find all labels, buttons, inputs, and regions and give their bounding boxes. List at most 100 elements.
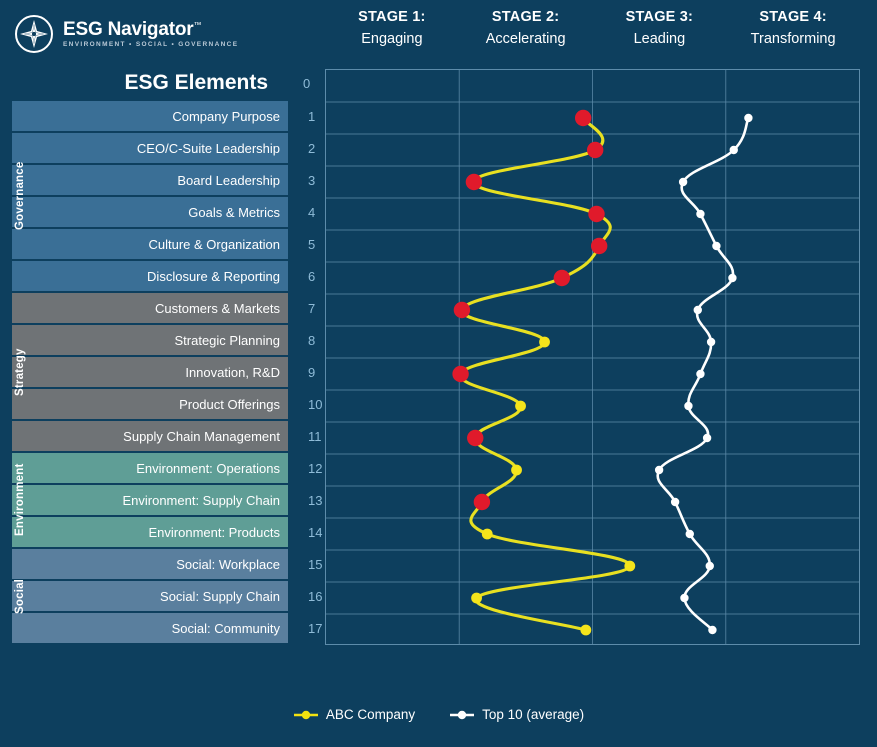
legend-label-benchmark: Top 10 (average) bbox=[482, 707, 585, 722]
stage-2-label: STAGE 2: bbox=[491, 9, 560, 25]
brand-logo: ESG Navigator™ ENVIRONMENT • SOCIAL • GO… bbox=[14, 14, 238, 54]
esg-element-row[interactable]: Environment: Products 14 bbox=[12, 517, 322, 547]
esg-element-label: Product Offerings bbox=[179, 396, 280, 412]
company-data-point-alert[interactable] bbox=[588, 205, 605, 223]
benchmark-data-point[interactable] bbox=[696, 369, 705, 379]
esg-element-label: Environment: Products bbox=[148, 524, 280, 540]
esg-element-label: Company Purpose bbox=[172, 108, 280, 124]
esg-element-label: Supply Chain Management bbox=[123, 428, 280, 444]
stage-header-3: STAGE 3: Leading bbox=[593, 8, 727, 66]
esg-element-row[interactable]: Social: Community 17 bbox=[12, 613, 322, 643]
esg-element-row[interactable]: Social: Supply Chain 16 bbox=[12, 581, 322, 611]
esg-element-row[interactable]: Environment: Operations 12 bbox=[12, 453, 322, 483]
esg-element-label: Social: Supply Chain bbox=[160, 588, 280, 604]
esg-element-row[interactable]: Innovation, R&D 9 bbox=[12, 357, 315, 387]
esg-element-label: Social: Workplace bbox=[176, 556, 280, 572]
series-top10-average bbox=[654, 113, 753, 635]
benchmark-data-point[interactable] bbox=[712, 241, 721, 251]
yellow-dot-marker-icon bbox=[293, 710, 318, 719]
page-title-index: 0 bbox=[303, 76, 311, 91]
esg-element-label: Environment: Supply Chain bbox=[122, 492, 280, 508]
esg-element-row[interactable]: Culture & Organization 5 bbox=[12, 229, 315, 259]
company-data-point[interactable] bbox=[515, 400, 526, 412]
esg-element-label: Culture & Organization bbox=[148, 236, 280, 252]
company-data-point[interactable] bbox=[511, 464, 522, 476]
benchmark-data-point[interactable] bbox=[744, 113, 753, 123]
stage-header-2: STAGE 2: Accelerating bbox=[459, 8, 593, 66]
esg-element-row[interactable]: Environment: Supply Chain 13 bbox=[12, 485, 322, 515]
esg-element-label: Disclosure & Reporting bbox=[147, 268, 280, 284]
benchmark-data-point[interactable] bbox=[706, 337, 716, 347]
esg-element-row[interactable]: Social: Workplace 15 bbox=[12, 549, 322, 579]
benchmark-data-point[interactable] bbox=[693, 305, 702, 315]
company-data-point[interactable] bbox=[580, 624, 592, 636]
chart-svg bbox=[326, 70, 859, 644]
esg-element-label: CEO/C-Suite Leadership bbox=[136, 140, 280, 156]
company-data-point[interactable] bbox=[481, 528, 493, 540]
stage-1-name: Engaging bbox=[361, 31, 423, 48]
stage-2-name: Accelerating bbox=[485, 31, 566, 48]
company-data-point-alert[interactable] bbox=[586, 141, 604, 159]
esg-element-row[interactable]: Customers & Markets 7 bbox=[12, 293, 315, 323]
stage-1-label: STAGE 1: bbox=[358, 9, 426, 25]
esg-element-row[interactable]: Company Purpose 1 bbox=[12, 101, 315, 131]
page-title: ESG Elements bbox=[124, 71, 268, 94]
esg-element-row[interactable]: Board Leadership 3 bbox=[12, 165, 315, 195]
brand-tagline: ENVIRONMENT • SOCIAL • GOVERNANCE bbox=[63, 40, 239, 48]
benchmark-data-point[interactable] bbox=[708, 625, 717, 635]
esg-element-row[interactable]: Product Offerings 10 bbox=[12, 389, 322, 419]
company-data-point-alert[interactable] bbox=[452, 365, 469, 383]
esg-element-row[interactable]: Strategic Planning 8 bbox=[12, 325, 315, 355]
esg-element-row[interactable]: Supply Chain Management 11 bbox=[12, 421, 322, 451]
esg-element-label: Goals & Metrics bbox=[188, 204, 280, 220]
esg-element-label: Board Leadership bbox=[177, 172, 280, 188]
esg-element-label: Customers & Markets bbox=[155, 300, 280, 316]
compass-star-icon bbox=[15, 15, 53, 53]
company-data-point-alert[interactable] bbox=[473, 493, 491, 511]
benchmark-data-point[interactable] bbox=[680, 593, 689, 603]
benchmark-data-point[interactable] bbox=[702, 433, 712, 443]
benchmark-data-point[interactable] bbox=[729, 145, 738, 155]
stage-3-name: Leading bbox=[633, 31, 686, 48]
chart-plot-area bbox=[325, 69, 860, 645]
esg-element-row[interactable]: Disclosure & Reporting 6 bbox=[12, 261, 315, 291]
benchmark-data-point[interactable] bbox=[654, 465, 664, 475]
stage-3-label: STAGE 3: bbox=[625, 9, 694, 25]
benchmark-data-point[interactable] bbox=[678, 177, 688, 187]
company-data-point-alert[interactable] bbox=[467, 429, 484, 447]
esg-element-label: Social: Community bbox=[171, 620, 280, 636]
esg-element-row[interactable]: Goals & Metrics 4 bbox=[12, 197, 315, 227]
brand-title: ESG Navigator™ bbox=[63, 20, 238, 39]
esg-element-label: Innovation, R&D bbox=[185, 364, 280, 380]
esg-navigator-chart-app: ESG Navigator™ ENVIRONMENT • SOCIAL • GO… bbox=[0, 0, 877, 747]
esg-elements-list: Company Purpose 1 CEO/C-Suite Leadership 2 B… bbox=[12, 101, 322, 645]
company-data-point-alert[interactable] bbox=[574, 109, 592, 127]
benchmark-data-point[interactable] bbox=[684, 401, 693, 411]
company-data-point[interactable] bbox=[471, 592, 482, 604]
benchmark-data-point[interactable] bbox=[728, 273, 737, 283]
benchmark-data-point[interactable] bbox=[696, 209, 705, 219]
company-data-point[interactable] bbox=[539, 336, 550, 348]
brand-trademark: ™ bbox=[193, 20, 202, 30]
stage-4-name: Transforming bbox=[750, 31, 836, 48]
esg-element-label: Environment: Operations bbox=[136, 460, 280, 476]
company-data-point-alert[interactable] bbox=[590, 237, 608, 255]
stage-header-4: STAGE 4: Transforming bbox=[726, 8, 860, 66]
benchmark-data-point[interactable] bbox=[685, 529, 694, 539]
benchmark-data-point[interactable] bbox=[670, 497, 680, 507]
stage-header-1: STAGE 1: Engaging bbox=[325, 8, 459, 66]
company-data-point-alert[interactable] bbox=[453, 301, 471, 319]
esg-element-label: Strategic Planning bbox=[174, 332, 280, 348]
legend-item-benchmark[interactable]: Top 10 (average) bbox=[449, 707, 584, 722]
brand-title-text: ESG Navigator bbox=[63, 18, 194, 40]
company-data-point[interactable] bbox=[624, 560, 636, 572]
stage-4-label: STAGE 4: bbox=[759, 9, 827, 25]
stage-headers: STAGE 1: Engaging STAGE 2: Accelerating … bbox=[325, 8, 860, 66]
esg-element-row[interactable]: CEO/C-Suite Leadership 2 bbox=[12, 133, 315, 163]
legend-label-company: ABC Company bbox=[325, 707, 416, 722]
chart-legend: ABC Company Top 10 (average) bbox=[0, 707, 877, 722]
company-data-point-alert[interactable] bbox=[553, 269, 571, 287]
company-data-point-alert[interactable] bbox=[465, 173, 483, 191]
legend-item-company[interactable]: ABC Company bbox=[293, 707, 415, 722]
benchmark-data-point[interactable] bbox=[705, 561, 714, 571]
